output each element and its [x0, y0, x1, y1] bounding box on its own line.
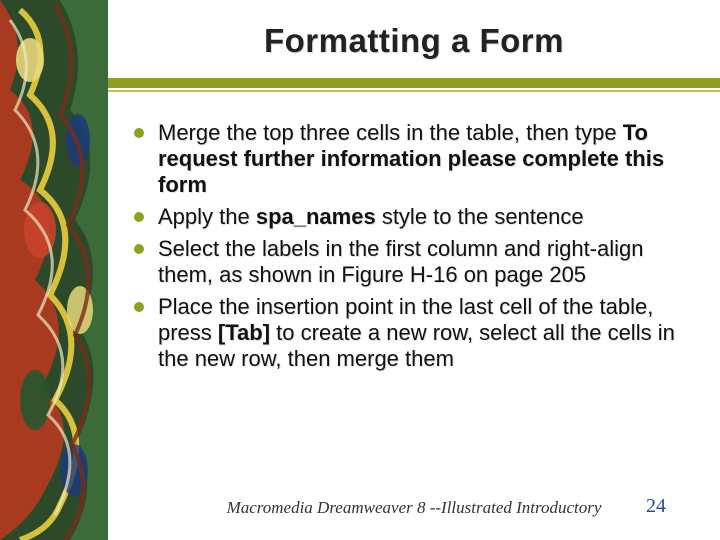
content-area: Merge the top three cells in the table, …	[132, 120, 692, 378]
bullet-list: Merge the top three cells in the table, …	[132, 120, 692, 372]
list-item: Select the labels in the first column an…	[132, 236, 692, 288]
list-item: Merge the top three cells in the table, …	[132, 120, 692, 198]
footer: Macromedia Dreamweaver 8 --Illustrated I…	[108, 498, 720, 518]
bullet-text-pre: Merge the top three cells in the table, …	[158, 120, 623, 145]
footer-text: Macromedia Dreamweaver 8 --Illustrated I…	[108, 498, 720, 518]
list-item: Apply the spa_names style to the sentenc…	[132, 204, 692, 230]
bullet-text-bold: [Tab]	[218, 320, 270, 345]
bullet-text-pre: Select the labels in the first column an…	[158, 236, 643, 287]
sidebar-painting	[0, 0, 108, 540]
bullet-text-post: style to the sentence	[376, 204, 584, 229]
bullet-text-bold: spa_names	[256, 204, 376, 229]
bullet-text-pre: Apply the	[158, 204, 256, 229]
slide-title: Formatting a Form	[108, 0, 720, 60]
slide: Formatting a Form Merge the top three ce…	[0, 0, 720, 540]
abstract-painting-icon	[0, 0, 108, 540]
list-item: Place the insertion point in the last ce…	[132, 294, 692, 372]
title-band: Formatting a Form	[108, 0, 720, 100]
page-number: 24	[646, 495, 666, 518]
title-underline	[108, 78, 720, 92]
